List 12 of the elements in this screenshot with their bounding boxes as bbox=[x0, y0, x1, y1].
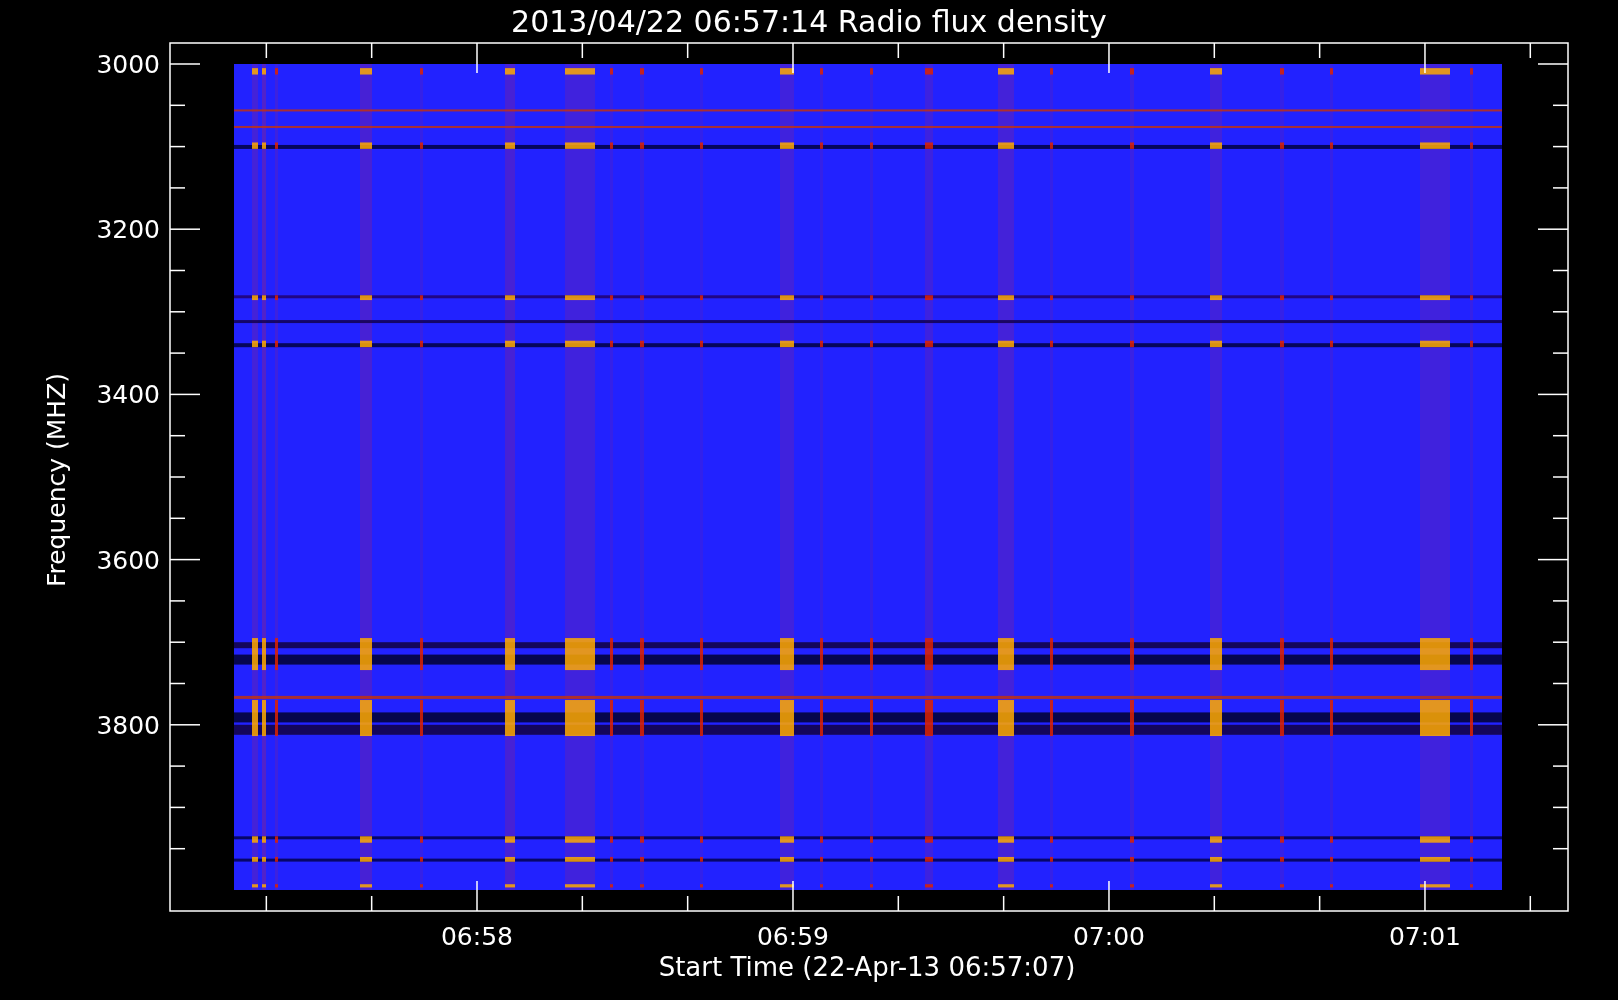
x-tick-label: 06:59 bbox=[757, 922, 829, 951]
x-axis-label: Start Time (22-Apr-13 06:57:07) bbox=[658, 952, 1076, 982]
x-tick-label: 06:58 bbox=[441, 922, 513, 951]
y-tick-label: 3600 bbox=[96, 545, 160, 575]
y-tick-label: 3000 bbox=[96, 50, 160, 79]
y-axis-label: Frequency (MHZ) bbox=[42, 372, 71, 588]
y-tick-label: 3200 bbox=[96, 215, 160, 245]
y-tick-label: 3800 bbox=[96, 710, 160, 740]
y-tick-label: 3400 bbox=[96, 380, 160, 410]
plot-title: 2013/04/22 06:57:14 Radio flux density bbox=[511, 4, 1107, 39]
x-tick-label: 07:00 bbox=[1073, 922, 1145, 951]
x-tick-label: 07:01 bbox=[1389, 922, 1461, 951]
